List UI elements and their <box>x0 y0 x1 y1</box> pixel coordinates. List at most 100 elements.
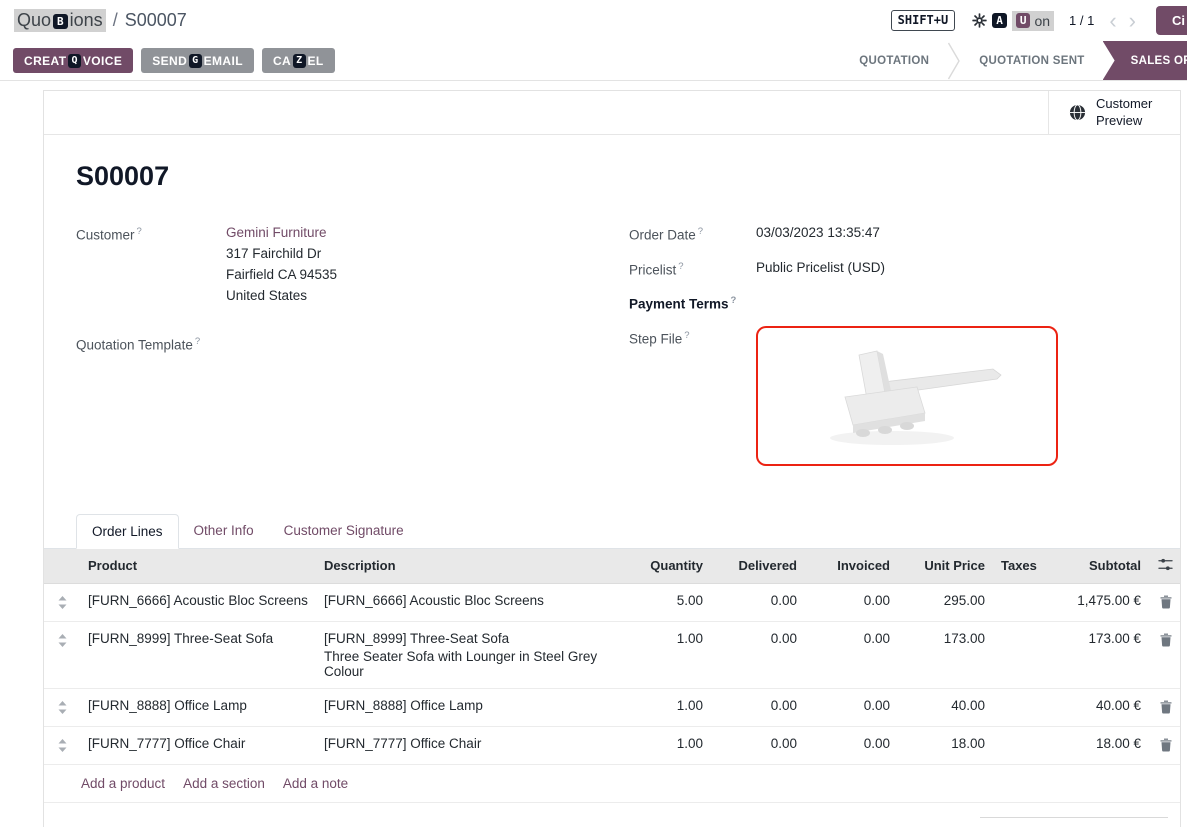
delete-line-button[interactable] <box>1149 689 1181 727</box>
pager-next-button[interactable]: › <box>1124 11 1141 31</box>
delivered-cell[interactable]: 0.00 <box>711 689 805 727</box>
delete-line-button[interactable] <box>1149 727 1181 765</box>
tab-customer-signature[interactable]: Customer Signature <box>269 514 419 548</box>
invoiced-cell[interactable]: 0.00 <box>805 622 898 689</box>
order-line-row[interactable]: [FURN_6666] Acoustic Bloc Screens [FURN_… <box>44 584 1181 622</box>
taxes-column-header: Taxes <box>993 549 1038 584</box>
cancel-button[interactable]: CAZEL <box>262 48 335 73</box>
pricelist-field: Pricelist? Public Pricelist (USD) <box>629 257 1058 280</box>
keyboard-hint-z: Z <box>293 54 305 68</box>
quantity-cell[interactable]: 5.00 <box>621 584 711 622</box>
unit-price-cell[interactable]: 18.00 <box>898 727 993 765</box>
optional-columns-button[interactable] <box>1149 549 1181 584</box>
help-icon: ? <box>678 261 683 272</box>
delivered-cell[interactable]: 0.00 <box>711 727 805 765</box>
status-step-quotation[interactable]: QUOTATION <box>841 41 947 80</box>
delivered-cell[interactable]: 0.00 <box>711 622 805 689</box>
taxes-cell[interactable] <box>993 584 1038 622</box>
description-cell[interactable]: [FURN_6666] Acoustic Bloc Screens <box>316 584 621 622</box>
description-cell[interactable]: [FURN_7777] Office Chair <box>316 727 621 765</box>
action-label-fragment: Uon <box>1012 11 1054 31</box>
customer-preview-label: Customer Preview <box>1096 96 1160 130</box>
keyboard-hint-b: B <box>53 14 68 29</box>
quantity-cell[interactable]: 1.00 <box>621 689 711 727</box>
customer-preview-button[interactable]: Customer Preview <box>1048 91 1180 134</box>
pricelist-value[interactable]: Public Pricelist (USD) <box>756 257 885 280</box>
sheet-top-strip: Customer Preview <box>44 91 1180 135</box>
unit-price-cell[interactable]: 295.00 <box>898 584 993 622</box>
delete-line-button[interactable] <box>1149 622 1181 689</box>
order-line-row[interactable]: [FURN_8999] Three-Seat Sofa [FURN_8999] … <box>44 622 1181 689</box>
status-step-quotation-sent[interactable]: QUOTATION SENT <box>961 41 1102 80</box>
product-cell[interactable]: [FURN_8999] Three-Seat Sofa <box>80 622 316 689</box>
drag-handle[interactable] <box>44 689 80 727</box>
description-cell[interactable]: [FURN_8999] Three-Seat Sofa Three Seater… <box>316 622 621 689</box>
add-section-link[interactable]: Add a section <box>183 776 265 791</box>
handle-column-header <box>44 549 80 584</box>
product-column-header: Product <box>80 549 316 584</box>
form-sheet: Customer Preview S00007 Customer? Gemini… <box>43 90 1181 827</box>
customer-link[interactable]: Gemini Furniture <box>226 225 327 240</box>
quantity-cell[interactable]: 1.00 <box>621 727 711 765</box>
breadcrumb-parent-link[interactable]: QuoBions <box>14 9 106 32</box>
terms-placeholder[interactable]: Terms and conditions... <box>81 817 220 827</box>
quantity-cell[interactable]: 1.00 <box>621 622 711 689</box>
tab-other-info[interactable]: Other Info <box>179 514 269 548</box>
step-file-image[interactable] <box>756 326 1058 466</box>
help-icon: ? <box>684 330 689 341</box>
quotation-template-label: Quotation Template? <box>76 332 226 355</box>
sheet-bottom: Terms and conditions... Total: 1,706.00 … <box>44 803 1180 827</box>
description-cell[interactable]: [FURN_8888] Office Lamp <box>316 689 621 727</box>
invoiced-cell[interactable]: 0.00 <box>805 727 898 765</box>
delete-line-button[interactable] <box>1149 584 1181 622</box>
step-file-label: Step File? <box>629 326 756 466</box>
taxes-cell[interactable] <box>993 689 1038 727</box>
globe-icon <box>1069 104 1086 121</box>
status-step-sales-order[interactable]: SALES ORDER <box>1103 41 1187 80</box>
pager: 1 / 1 ‹ › <box>1069 11 1141 31</box>
form-view: Customer Preview S00007 Customer? Gemini… <box>0 81 1187 827</box>
breadcrumb-parent-text-post: ions <box>70 10 103 30</box>
order-date-field: Order Date? 03/03/2023 13:35:47 <box>629 222 1058 245</box>
invoiced-cell[interactable]: 0.00 <box>805 584 898 622</box>
taxes-cell[interactable] <box>993 727 1038 765</box>
tab-order-lines[interactable]: Order Lines <box>76 514 179 549</box>
step-file-3d-model <box>797 341 1017 451</box>
help-icon: ? <box>195 336 200 347</box>
table-header-row: Product Description Quantity Delivered I… <box>44 549 1181 584</box>
send-email-button[interactable]: SENDGEMAIL <box>141 48 254 73</box>
pager-previous-button[interactable]: ‹ <box>1104 11 1121 31</box>
unit-price-cell[interactable]: 173.00 <box>898 622 993 689</box>
drag-handle[interactable] <box>44 727 80 765</box>
line-footer-links: Add a product Add a section Add a note <box>44 765 1180 803</box>
order-line-row[interactable]: [FURN_8888] Office Lamp [FURN_8888] Offi… <box>44 689 1181 727</box>
invoiced-cell[interactable]: 0.00 <box>805 689 898 727</box>
add-product-link[interactable]: Add a product <box>81 776 165 791</box>
product-cell[interactable]: [FURN_7777] Office Chair <box>80 727 316 765</box>
order-date-label: Order Date? <box>629 222 756 245</box>
field-group-left: Customer? Gemini Furniture 317 Fairchild… <box>76 222 629 478</box>
product-cell[interactable]: [FURN_6666] Acoustic Bloc Screens <box>80 584 316 622</box>
action-menu-button[interactable]: A Uon <box>972 11 1054 31</box>
quotation-template-field: Quotation Template? <box>76 332 629 355</box>
trash-icon <box>1160 633 1172 647</box>
status-separator-chevron-icon <box>947 41 961 80</box>
unit-price-cell[interactable]: 40.00 <box>898 689 993 727</box>
totals-box: Total: 1,706.00 € <box>980 817 1168 827</box>
breadcrumb: QuoBions / S00007 <box>14 9 187 32</box>
pager-value: 1 / 1 <box>1069 13 1094 28</box>
order-line-row[interactable]: [FURN_7777] Office Chair [FURN_7777] Off… <box>44 727 1181 765</box>
invoiced-column-header: Invoiced <box>805 549 898 584</box>
drag-handle[interactable] <box>44 622 80 689</box>
adjust-columns-icon <box>1158 558 1173 571</box>
create-invoice-button[interactable]: CREATQVOICE <box>13 48 133 73</box>
corner-button[interactable]: Ci <box>1156 6 1187 35</box>
customer-address-line: United States <box>226 285 337 306</box>
product-cell[interactable]: [FURN_8888] Office Lamp <box>80 689 316 727</box>
notebook-tabs: Order Lines Other Info Customer Signatur… <box>44 514 1180 549</box>
order-date-value[interactable]: 03/03/2023 13:35:47 <box>756 222 880 245</box>
add-note-link[interactable]: Add a note <box>283 776 348 791</box>
delivered-cell[interactable]: 0.00 <box>711 584 805 622</box>
taxes-cell[interactable] <box>993 622 1038 689</box>
drag-handle[interactable] <box>44 584 80 622</box>
